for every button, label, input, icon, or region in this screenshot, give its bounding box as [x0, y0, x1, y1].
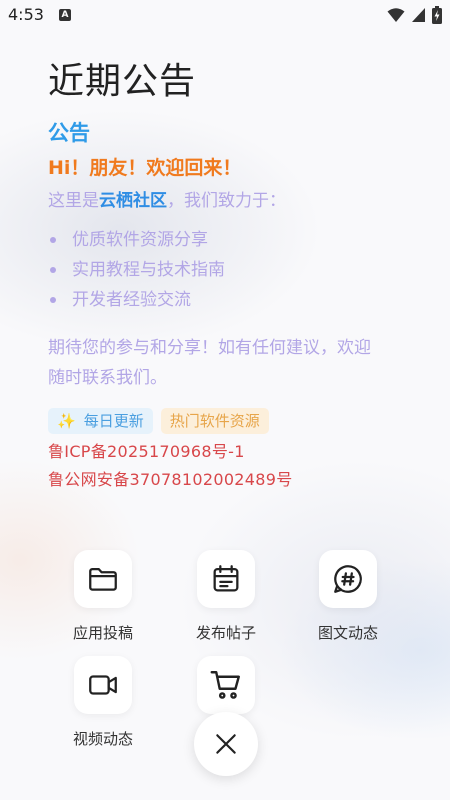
close-button[interactable] [194, 712, 258, 776]
feature-label: 开发者经验交流 [72, 290, 191, 310]
image-text-button[interactable]: 图文动态 [293, 550, 403, 643]
icp-record[interactable]: 鲁ICP备2025170968号-1 鲁公网安备37078102002489号 [48, 438, 408, 494]
hashtag-chat-icon [334, 565, 362, 593]
status-icons [387, 6, 442, 24]
feature-label: 优质软件资源分享 [72, 230, 208, 250]
wifi-icon [387, 8, 405, 22]
bullet-dot [50, 237, 56, 243]
shop-icon-box [197, 656, 255, 714]
video-camera-icon [89, 675, 117, 695]
list-item: 优质软件资源分享 [48, 225, 408, 255]
signal-icon [412, 8, 425, 22]
greeting-text: Hi！朋友！欢迎回来！ [48, 157, 242, 179]
sparkle-icon: ✨ [57, 412, 76, 430]
image-text-label: 图文动态 [317, 624, 378, 642]
app-submit-icon-box [74, 550, 132, 608]
shop-button[interactable] [171, 656, 281, 714]
feature-list: 优质软件资源分享 实用教程与技术指南 开发者经验交流 [48, 225, 408, 315]
community-name: 云栖社区 [99, 191, 167, 211]
notification-icon: A [59, 9, 71, 21]
bullet-dot [50, 297, 56, 303]
battery-icon [432, 6, 442, 24]
tag-daily-label: 每日更新 [83, 412, 144, 430]
status-time: 4:53 [8, 5, 44, 24]
tag-hot-resources[interactable]: 热门软件资源 [160, 408, 269, 434]
police-record-link[interactable]: 鲁公网安备37078102002489号 [48, 466, 408, 494]
publish-post-icon-box [197, 550, 255, 608]
publish-post-button[interactable]: 发布帖子 [171, 550, 281, 643]
list-item: 开发者经验交流 [48, 285, 408, 315]
tag-row: ✨ 每日更新 热门软件资源 [48, 408, 408, 434]
tag-hot-label: 热门软件资源 [169, 412, 260, 430]
app-submit-label: 应用投稿 [72, 624, 133, 642]
app-submit-button[interactable]: 应用投稿 [48, 550, 158, 643]
list-item: 实用教程与技术指南 [48, 255, 408, 285]
close-icon [216, 734, 236, 754]
video-post-button[interactable]: 视频动态 [48, 656, 158, 749]
shopping-cart-icon [210, 671, 240, 699]
closing-text: 期待您的参与和分享！如有任何建议，欢迎随时联系我们。 [48, 338, 371, 388]
intro-prefix: 这里是 [48, 191, 99, 211]
page-title: 近期公告 [48, 61, 197, 102]
tag-daily-update[interactable]: ✨ 每日更新 [48, 408, 153, 434]
image-text-icon-box [319, 550, 377, 608]
bullet-dot [50, 267, 56, 273]
icp-link[interactable]: 鲁ICP备2025170968号-1 [48, 438, 408, 466]
video-post-icon-box [74, 656, 132, 714]
notice-heading: 公告 [48, 121, 90, 145]
notice-card: 公告 Hi！朋友！欢迎回来！ 这里是云栖社区，我们致力于： 优质软件资源分享 实… [48, 117, 408, 494]
intro-text: 这里是云栖社区，我们致力于： [48, 186, 408, 211]
video-post-label: 视频动态 [72, 730, 133, 748]
intro-suffix: ，我们致力于： [167, 191, 286, 211]
feature-label: 实用教程与技术指南 [72, 260, 225, 280]
publish-post-label: 发布帖子 [195, 624, 256, 642]
calendar-icon [213, 565, 239, 592]
folder-icon [89, 567, 117, 591]
status-bar: 4:53 A [0, 0, 450, 30]
